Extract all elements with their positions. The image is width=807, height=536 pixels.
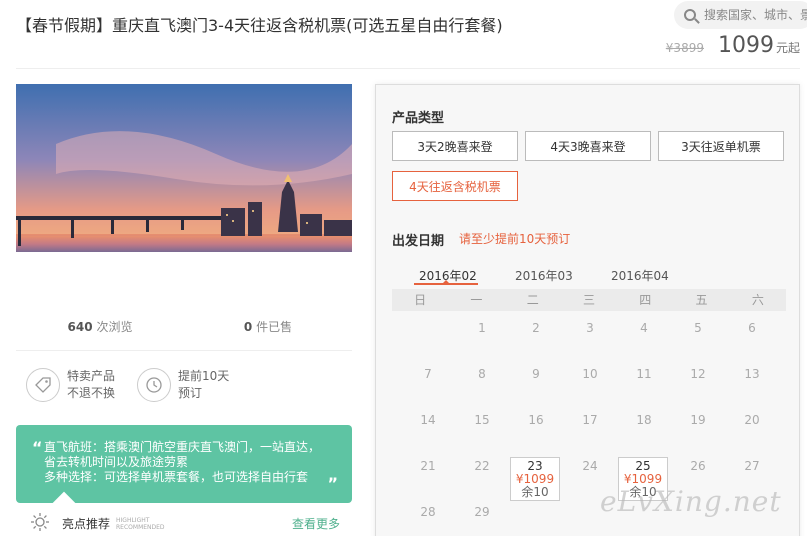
calendar-day: 8	[478, 367, 486, 381]
macau-sunset-image	[16, 84, 352, 252]
booking-panel: 产品类型 3天2晚喜来登 4天3晚喜来登 3天往返单机票 4天往返含税机票 出发…	[375, 84, 800, 536]
feature-advance-line2: 预订	[178, 386, 203, 400]
feature-sale-line2: 不退不换	[67, 386, 116, 400]
advance-booking-note: 请至少提前10天预订	[459, 232, 571, 246]
calendar-day: 6	[748, 321, 756, 335]
weekday: 日	[414, 293, 427, 307]
view-count-number: 640	[67, 320, 93, 334]
calendar-day: 11	[636, 367, 652, 381]
intro-pointer	[52, 491, 76, 503]
open-quote-icon: “	[32, 438, 43, 457]
feature-sale-line1: 特卖产品	[67, 369, 116, 383]
sold-count: 0 件已售	[184, 318, 352, 335]
sold-count-number: 0	[243, 320, 253, 334]
current-price: 1099	[717, 33, 774, 58]
highlight-en-line2: RECOMMENDED	[116, 523, 165, 531]
feature-advance-line1: 提前10天	[178, 369, 230, 383]
calendar-day: 13	[744, 367, 760, 381]
search-box[interactable]	[674, 1, 807, 29]
month-tab-apr[interactable]: 2016年04	[611, 267, 669, 284]
original-price: ¥3899	[665, 41, 704, 55]
calendar-day-available[interactable]: 23 ¥1099 余10	[510, 457, 560, 501]
weekday: 六	[751, 293, 764, 307]
clock-icon	[137, 368, 171, 402]
calendar-day: 18	[636, 413, 652, 427]
calendar-day: 10	[582, 367, 598, 381]
highlight-title: 亮点推荐	[62, 517, 111, 531]
calendar-day: 21	[420, 459, 436, 473]
weekday: 一	[470, 293, 483, 307]
price-unit: 元起	[775, 41, 800, 55]
type-option-4-selected[interactable]: 4天往返含税机票	[392, 171, 518, 201]
calendar-day: 24	[582, 459, 598, 473]
highlight-header: 亮点推荐 HIGHLIGHT RECOMMENDED 查看更多	[30, 512, 340, 535]
page-title: 【春节假期】重庆直飞澳门3-4天往返含税机票(可选五星自由行套餐)	[16, 16, 503, 35]
price-row: ¥3899 1099 元起	[666, 33, 800, 58]
calendar-day: 4	[640, 321, 648, 335]
stats-row: 640 次浏览 0 件已售	[16, 318, 352, 335]
weekday-header: 日 一 二 三 四 五 六	[392, 289, 786, 311]
stats-divider	[16, 350, 352, 351]
header-divider	[16, 68, 800, 69]
sun-icon	[30, 512, 50, 535]
product-photo	[16, 84, 352, 252]
caret-up-icon	[442, 280, 450, 284]
view-count-label: 次浏览	[96, 320, 133, 334]
view-more-link[interactable]: 查看更多	[292, 515, 340, 532]
calendar-day: 2	[532, 321, 540, 335]
type-option-3[interactable]: 3天往返单机票	[658, 131, 784, 161]
calendar-day: 29	[474, 505, 490, 519]
calendar-day: 26	[690, 459, 706, 473]
calendar-day: 19	[690, 413, 706, 427]
highlight-en-line1: HIGHLIGHT	[116, 516, 150, 524]
calendar-day: 27	[744, 459, 760, 473]
calendar-day: 17	[582, 413, 598, 427]
highlight-subtitle: HIGHLIGHT RECOMMENDED	[116, 517, 165, 531]
departure-date-label: 出发日期	[392, 234, 445, 249]
month-tab-mar[interactable]: 2016年03	[515, 267, 573, 284]
weekday: 二	[526, 293, 539, 307]
weekday: 四	[639, 293, 652, 307]
intro-line-3: 多种选择：可选择单机票套餐，也可选择自由行套	[44, 470, 309, 484]
sold-count-label: 件已售	[256, 320, 293, 334]
calendar-day: 5	[694, 321, 702, 335]
feature-advance: 提前10天 预订	[137, 368, 229, 402]
intro-line-1: 直飞航班：搭乘澳门航空重庆直飞澳门，一站直达，	[44, 440, 321, 454]
calendar-day: 14	[420, 413, 436, 427]
weekday: 五	[695, 293, 708, 307]
calendar-day: 1	[478, 321, 486, 335]
intro-box: “ 直飞航班：搭乘澳门航空重庆直飞澳门，一站直达， 省去转机时间以及旅途劳累 多…	[16, 425, 352, 503]
calendar-day: 3	[586, 321, 594, 335]
site-watermark: eLvXing.net	[600, 485, 782, 518]
calendar-day: 7	[424, 367, 432, 381]
calendar-day: 28	[420, 505, 436, 519]
intro-line-2: 省去转机时间以及旅途劳累	[44, 455, 189, 469]
close-quote-icon: ”	[327, 474, 338, 493]
calendar-day: 20	[744, 413, 760, 427]
available-day-remaining: 余10	[521, 485, 549, 499]
tag-icon	[26, 368, 60, 402]
calendar-day: 12	[690, 367, 706, 381]
calendar-day: 22	[474, 459, 490, 473]
calendar-day: 15	[474, 413, 490, 427]
type-option-2[interactable]: 4天3晚喜来登	[525, 131, 651, 161]
calendar-day: 16	[528, 413, 544, 427]
view-count: 640 次浏览	[16, 318, 184, 335]
search-icon	[684, 9, 696, 21]
weekday: 三	[582, 293, 595, 307]
type-option-1[interactable]: 3天2晚喜来登	[392, 131, 518, 161]
calendar-day: 9	[532, 367, 540, 381]
product-type-label: 产品类型	[392, 111, 445, 126]
search-input[interactable]	[704, 8, 807, 22]
feature-sale: 特卖产品 不退不换	[26, 368, 115, 402]
